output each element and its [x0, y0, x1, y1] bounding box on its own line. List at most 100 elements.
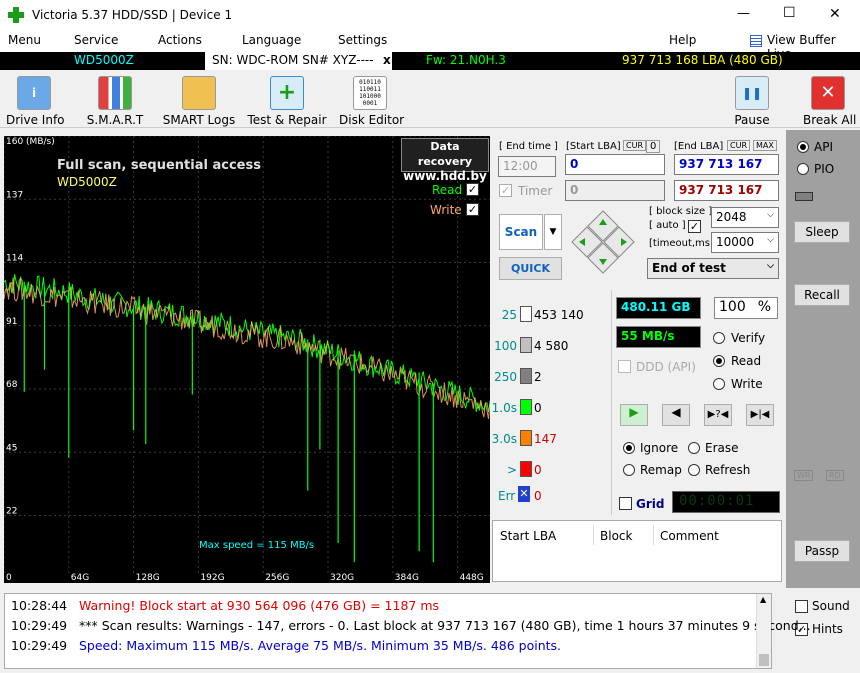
smart-logs-button[interactable]: SMART Logs — [162, 76, 236, 127]
passp-button[interactable]: Passp — [794, 540, 850, 562]
start-lba-input[interactable]: 0 — [565, 154, 665, 175]
cur-button[interactable]: CUR — [623, 140, 646, 151]
playback-bar: ▶ ◀ ▶?◀ ▶|◀ — [616, 402, 780, 428]
disk-editor-button[interactable]: 010110 110011 101000 0001 Disk Editor — [339, 76, 404, 127]
play-icon: ▶ — [629, 405, 639, 419]
auto-checkbox[interactable]: ✓ — [688, 220, 701, 233]
ddd-checkbox[interactable] — [618, 360, 631, 373]
maximize-button[interactable]: ☐ — [783, 5, 796, 21]
close-x-icon: ✕ — [811, 76, 845, 110]
close-drive-x[interactable]: x — [383, 53, 391, 67]
start-lba-label: [Start LBA] — [566, 141, 621, 152]
test-repair-button[interactable]: + Test & Repair — [247, 76, 327, 127]
play-backward-button[interactable]: ◀ — [662, 404, 690, 426]
grid-checkbox[interactable] — [619, 497, 632, 510]
pio-radio[interactable] — [797, 163, 809, 175]
cur-value: 0 — [646, 140, 661, 153]
size-display: 480.11 GB — [616, 297, 701, 319]
rd-indicator: RD — [826, 470, 844, 481]
end-lba-input[interactable]: 937 713 167 — [674, 154, 779, 175]
break-all-button[interactable]: ✕ Break All — [803, 76, 856, 127]
end-time-label: [ End time ] — [499, 141, 558, 152]
end-of-test-select[interactable]: End of test ⌵ — [647, 258, 779, 279]
end-time-input[interactable]: 12:00 — [498, 156, 556, 177]
verify-radio[interactable] — [713, 332, 725, 344]
y-tick-label: 114 — [6, 254, 23, 264]
drive-info-button[interactable]: i Drive Info — [6, 76, 65, 127]
close-button[interactable]: ✕ — [829, 6, 841, 22]
stat-color-block — [520, 461, 532, 477]
log-time: 10:28:44 — [11, 598, 68, 613]
pause-icon: ❚❚ — [735, 76, 769, 110]
direction-pad[interactable] — [570, 209, 636, 275]
menu-settings[interactable]: Settings — [338, 33, 387, 47]
timeout-select[interactable]: 10000 ⌵ — [711, 232, 779, 253]
table-header-start-lba[interactable]: Start LBA — [500, 529, 556, 543]
scroll-thumb[interactable] — [759, 654, 769, 666]
smart-button[interactable]: S.M.A.R.T — [84, 76, 146, 127]
write-legend-checkbox[interactable]: ✓ — [466, 203, 479, 216]
stat-color-block — [520, 337, 532, 353]
sound-checkbox[interactable] — [795, 600, 808, 613]
end-lba-2-input[interactable]: 937 713 167 — [674, 180, 779, 201]
log-message: Warning! Block start at 930 564 096 (476… — [79, 598, 440, 613]
indicator-led — [795, 192, 813, 201]
erase-label: Erase — [705, 441, 739, 455]
erase-radio[interactable] — [688, 442, 700, 454]
serial-number: SN: WDC-ROM SN# XYZ---- — [212, 53, 374, 67]
menu-service[interactable]: Service — [74, 33, 118, 47]
scan-button[interactable]: Scan — [499, 214, 543, 250]
scroll-up-icon[interactable]: ▲ — [760, 595, 766, 604]
drive-model[interactable]: WD5000Z — [74, 53, 134, 67]
graph-drive-name: WD5000Z — [57, 175, 117, 189]
read-legend-checkbox[interactable]: ✓ — [466, 183, 479, 196]
menu-actions[interactable]: Actions — [158, 33, 202, 47]
stat-color-block — [520, 399, 532, 415]
stat-threshold-label: 1.0s — [491, 401, 517, 415]
read-legend-label: Read — [432, 183, 463, 197]
scan-dropdown-button[interactable]: ▼ — [544, 214, 562, 250]
butterfly-button[interactable]: ▶|◀ — [746, 404, 774, 426]
speed-series-write — [4, 276, 490, 420]
binary-icon: 010110 110011 101000 0001 — [353, 76, 387, 110]
remap-radio[interactable] — [623, 464, 635, 476]
table-header-block[interactable]: Block — [600, 529, 632, 543]
timer-label: Timer — [518, 184, 553, 198]
random-seek-button[interactable]: ▶?◀ — [704, 404, 732, 426]
recall-button[interactable]: Recall — [794, 284, 850, 306]
menu-help[interactable]: Help — [669, 33, 696, 47]
log-scrollbar[interactable]: ▲ — [756, 594, 771, 668]
timer-input[interactable]: 0 — [565, 180, 665, 201]
max-button[interactable]: MAX — [753, 140, 777, 151]
arrow-pad-icon — [571, 210, 635, 274]
auto-label: [ auto ] — [649, 220, 686, 231]
pause-button[interactable]: ❚❚ Pause — [732, 76, 772, 127]
stat-color-block — [520, 368, 532, 384]
table-header-comment[interactable]: Comment — [660, 529, 719, 543]
end-lba-label: [End LBA] — [674, 141, 724, 152]
sleep-button[interactable]: Sleep — [794, 221, 850, 243]
timer-checkbox[interactable]: ✓ — [499, 184, 512, 197]
api-radio[interactable] — [797, 141, 809, 153]
refresh-radio[interactable] — [688, 464, 700, 476]
minimize-button[interactable]: — — [737, 6, 750, 21]
write-legend-label: Write — [430, 203, 462, 217]
menu-menu[interactable]: Menu — [8, 33, 41, 47]
stat-count: 2 — [534, 370, 542, 384]
stat-threshold-label: > — [506, 463, 517, 477]
log-time: 10:29:49 — [11, 638, 68, 653]
err-icon: ✕ — [518, 486, 530, 502]
menu-language[interactable]: Language — [242, 33, 301, 47]
quick-button[interactable]: QUICK — [499, 257, 562, 280]
write-radio[interactable] — [713, 378, 725, 390]
stat-count: 4 580 — [534, 339, 569, 353]
cur-end-button[interactable]: CUR — [727, 140, 750, 151]
stat-threshold-label: 3.0s — [491, 432, 517, 446]
play-forward-button[interactable]: ▶ — [620, 404, 648, 426]
x-tick-label: 192G — [200, 573, 224, 583]
block-size-select[interactable]: 2048 ⌵ — [711, 207, 779, 228]
read-radio[interactable] — [713, 355, 725, 367]
stat-count: 147 — [534, 432, 557, 446]
ignore-radio[interactable] — [623, 442, 635, 454]
test-panel: [ End time ] [Start LBA] CUR 0 [End LBA]… — [492, 136, 784, 286]
